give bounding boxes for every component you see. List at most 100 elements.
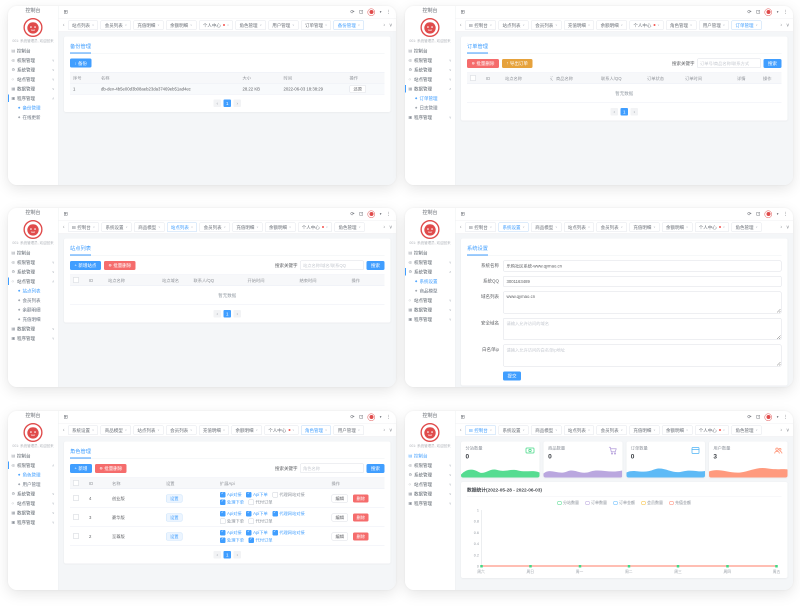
sidebar-item[interactable]: ▦ 数据管理 ∧ — [405, 84, 455, 94]
sidebar-item[interactable]: ◎ 权限管理 ∨ — [405, 258, 455, 268]
sidebar-item[interactable]: ⚙ 系统管理 ∨ — [405, 470, 455, 480]
sidebar-item[interactable]: ▤ 控制台 — [8, 248, 58, 258]
tab[interactable]: 站点列表 — [167, 222, 197, 232]
sidebar-item[interactable]: ▦ 数据管理 ∨ — [8, 508, 58, 518]
delete-button[interactable]: 删除 — [353, 532, 369, 540]
sidebar-item[interactable]: ⚙ 系统管理 ∨ — [405, 65, 455, 75]
settings-tag[interactable]: 设置 — [166, 513, 183, 521]
edit-button[interactable]: 编辑 — [332, 513, 349, 521]
legend-item[interactable]: 订单数量 — [586, 500, 608, 506]
sidebar-item[interactable]: ◆ 会员列表 — [8, 296, 58, 306]
tab[interactable]: 余额明细 — [662, 222, 692, 232]
row-checkbox[interactable] — [73, 514, 79, 520]
tab[interactable]: 会员列表 — [597, 222, 627, 232]
tab[interactable]: 充值明细 — [564, 20, 594, 30]
refresh-icon[interactable]: ⟳ — [350, 211, 354, 217]
sidebar-item[interactable]: ▤ 控制台 — [405, 248, 455, 258]
sidebar-item[interactable]: ▦ 数据管理 ∨ — [8, 324, 58, 334]
sidebar-item[interactable]: ▤ 控制台 — [8, 46, 58, 56]
api-checkbox[interactable]: 代理网站对接 — [272, 530, 305, 536]
fullscreen-icon[interactable]: ⊡ — [359, 9, 363, 15]
sidebar-item[interactable]: ◆ 日志管理 — [405, 103, 455, 113]
tab[interactable]: 个人中心 — [264, 425, 298, 435]
tab[interactable]: 商品模型 — [134, 222, 164, 232]
search-button[interactable]: 搜索 — [366, 261, 384, 270]
add-site-button[interactable]: + 新增站点 — [70, 261, 101, 270]
tab[interactable]: 个人中心 — [695, 222, 729, 232]
tab[interactable]: 余额明细 — [265, 222, 295, 232]
kebab-icon[interactable]: ⋮ — [783, 414, 788, 420]
system-name-input[interactable] — [503, 261, 782, 272]
fullscreen-icon[interactable]: ⊡ — [756, 414, 760, 420]
tab[interactable]: 系统设置 — [68, 425, 98, 435]
sidebar-item[interactable]: ⚙ 系统管理 ∨ — [8, 489, 58, 499]
restore-button[interactable]: 还原 — [350, 85, 367, 93]
tab[interactable]: 角色管理 — [236, 20, 266, 30]
kebab-icon[interactable]: ⋮ — [386, 9, 391, 15]
caret-down-icon[interactable]: ▾ — [777, 10, 779, 14]
tab[interactable]: 订单管理 — [731, 20, 761, 30]
legend-item[interactable]: 分站数量 — [558, 500, 580, 506]
sidebar-item[interactable]: ◎ 权限管理 ∨ — [405, 461, 455, 471]
sidebar-item[interactable]: ▤ 控制台 — [405, 46, 455, 56]
sidebar-item[interactable]: ◎ 权限管理 ∨ — [8, 56, 58, 66]
sidebar-item[interactable]: ▤ 控制台 — [8, 451, 58, 461]
api-checkbox[interactable]: Api下单 — [246, 530, 268, 536]
settings-tag[interactable]: 设置 — [166, 532, 183, 540]
sidebar-item[interactable]: ◆ 商品模型 — [405, 286, 455, 296]
whitelist-ip-textarea[interactable] — [503, 345, 782, 367]
api-checkbox[interactable]: Api对接 — [220, 530, 242, 536]
api-checkbox[interactable]: 代付订单 — [249, 537, 273, 543]
edit-button[interactable]: 编辑 — [332, 532, 349, 540]
sidebar-item[interactable]: ○ 站点管理 ∨ — [8, 499, 58, 509]
sidebar-item[interactable]: ▣ 程序管理 ∨ — [405, 499, 455, 509]
tab[interactable]: 系统设置 — [498, 425, 528, 435]
api-checkbox[interactable]: 处理下单 — [220, 537, 244, 543]
tab[interactable]: 站点列表 — [133, 425, 163, 435]
fullscreen-icon[interactable]: ⊡ — [359, 211, 363, 217]
caret-down-icon[interactable]: ▾ — [380, 415, 382, 419]
sidebar-item[interactable]: ◆ 系统设置 — [405, 277, 455, 287]
menu-toggle-icon[interactable]: ⊞ — [461, 9, 465, 15]
caret-down-icon[interactable]: ▾ — [380, 212, 382, 216]
bulk-delete-button[interactable]: ⊗ 批量删除 — [95, 464, 127, 473]
tab[interactable]: 商品模型 — [101, 425, 131, 435]
backup-button[interactable]: ↓ 备份 — [70, 59, 92, 68]
fullscreen-icon[interactable]: ⊡ — [359, 414, 363, 420]
menu-toggle-icon[interactable]: ⊞ — [64, 211, 68, 217]
search-button[interactable]: 搜索 — [763, 59, 781, 68]
refresh-icon[interactable]: ⟳ — [747, 9, 751, 15]
tab[interactable]: 角色管理 — [334, 222, 364, 232]
api-checkbox[interactable]: 处理下单 — [220, 518, 244, 524]
tab[interactable]: 站点列表 — [564, 425, 594, 435]
tab[interactable]: 备份管理 — [334, 20, 364, 30]
row-checkbox[interactable] — [73, 495, 79, 501]
sidebar-item[interactable]: ▣ 程序管理 ∨ — [405, 113, 455, 123]
page-prev-icon[interactable]: ‹ — [214, 551, 222, 559]
tabs-menu-icon[interactable]: ∨ — [785, 22, 792, 28]
tab[interactable]: 用户管理 — [268, 20, 298, 30]
edit-button[interactable]: 编辑 — [332, 494, 349, 502]
system-qq-input[interactable] — [503, 276, 782, 287]
tab[interactable]: 会员列表 — [200, 222, 230, 232]
tab[interactable]: 充值明细 — [133, 20, 163, 30]
tab[interactable]: 余额明细 — [232, 425, 262, 435]
tab[interactable]: 个人中心 — [629, 20, 663, 30]
tab[interactable]: 商品模型 — [531, 425, 561, 435]
api-checkbox[interactable]: Api对接 — [220, 492, 242, 498]
fullscreen-icon[interactable]: ⊡ — [756, 9, 760, 15]
sidebar-item[interactable]: ◎ 权限管理 ∧ — [8, 461, 58, 471]
tab[interactable]: 余额明细 — [166, 20, 196, 30]
kebab-icon[interactable]: ⋮ — [386, 211, 391, 217]
sidebar-item[interactable]: ▣ 程序管理 ∨ — [8, 518, 58, 528]
tab[interactable]: 角色管理 — [731, 425, 761, 435]
tab[interactable]: ▤ 控制台 — [465, 222, 496, 232]
tab[interactable]: 余额明细 — [597, 20, 627, 30]
api-checkbox[interactable]: 代付订单 — [249, 499, 273, 505]
sidebar-item[interactable]: ◆ 角色管理 — [8, 470, 58, 480]
api-checkbox[interactable]: Api对接 — [220, 511, 242, 517]
tab[interactable]: 系统设置 — [498, 222, 528, 232]
tab[interactable]: 个人中心 — [298, 222, 332, 232]
bulk-delete-button[interactable]: ⊗ 批量删除 — [104, 261, 136, 270]
api-checkbox[interactable]: 代理网站对接 — [272, 511, 305, 517]
